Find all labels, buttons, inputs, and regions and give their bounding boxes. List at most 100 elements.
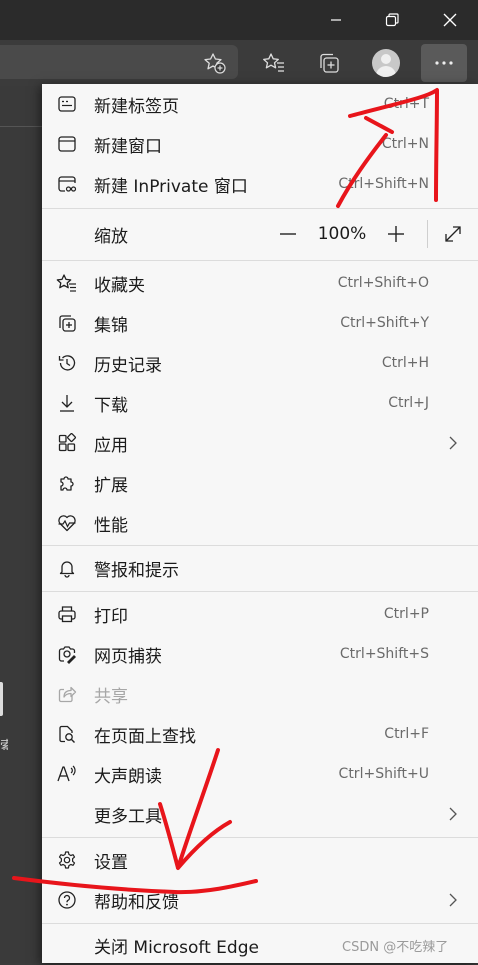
menu-item-label: 扩展	[94, 475, 128, 496]
download-icon	[56, 392, 78, 414]
zoom-divider	[427, 220, 428, 248]
menu-item-label: 关闭 Microsoft Edge	[94, 937, 259, 958]
printer-icon	[56, 603, 78, 625]
shortcut-text: Ctrl+H	[381, 355, 429, 371]
zoom-in-button[interactable]	[378, 210, 414, 258]
profile-avatar	[372, 49, 400, 77]
shortcut-text: Ctrl+T	[383, 96, 429, 112]
menu-item-label: 缩放	[94, 226, 128, 247]
full-screen-button[interactable]	[435, 210, 471, 258]
bell-icon	[56, 557, 78, 579]
menu-item-zoom: 缩放 100%	[42, 210, 478, 258]
menu-item-label: 共享	[94, 686, 128, 707]
zoom-in-icon	[387, 225, 405, 243]
menu-separator	[42, 923, 478, 924]
menu-item-collections[interactable]: 集锦 Ctrl+Shift+Y	[42, 303, 478, 343]
chevron-right-icon	[448, 892, 458, 908]
menu-item-label: 设置	[94, 852, 128, 873]
watermark: CSDN @不吃辣了	[342, 940, 449, 955]
menu-item-label: 新建标签页	[94, 96, 179, 117]
menu-item-more-tools[interactable]: 更多工具	[42, 794, 478, 834]
new-tab-icon	[56, 93, 78, 115]
menu-item-share[interactable]: 共享	[42, 674, 478, 714]
menu-item-help-and-feedback[interactable]: 帮助和反馈	[42, 880, 478, 920]
menu-item-read-aloud[interactable]: 大声朗读 Ctrl+Shift+U	[42, 754, 478, 794]
menu-item-label: 警报和提示	[94, 560, 179, 581]
close-window-button[interactable]	[424, 0, 476, 40]
favorite-add-icon	[203, 51, 227, 75]
find-icon	[56, 723, 78, 745]
menu-item-label: 新建 InPrivate 窗口	[94, 176, 248, 197]
menu-item-label: 应用	[94, 435, 128, 456]
menu-separator	[42, 545, 478, 546]
collections-button[interactable]	[310, 44, 348, 82]
minimize-icon	[330, 14, 342, 26]
profile-button[interactable]	[367, 44, 405, 82]
page-element	[0, 682, 3, 716]
title-bar	[0, 0, 478, 40]
divider	[0, 126, 42, 127]
extensions-icon	[56, 472, 78, 494]
help-icon	[56, 889, 78, 911]
shortcut-text: Ctrl+Shift+S	[339, 646, 429, 662]
menu-item-label: 历史记录	[94, 355, 162, 376]
menu-item-label: 收藏夹	[94, 275, 145, 296]
shortcut-text: Ctrl+F	[384, 726, 429, 742]
menu-item-performance[interactable]: 性能	[42, 503, 478, 543]
menu-item-apps[interactable]: 应用	[42, 423, 478, 463]
menu-item-new-inprivate-window[interactable]: 新建 InPrivate 窗口 Ctrl+Shift+N	[42, 164, 478, 204]
page-text-fragment: 索	[0, 739, 8, 750]
menu-item-label: 下载	[94, 395, 128, 416]
new-window-icon	[56, 133, 78, 155]
menu-item-label: 打印	[94, 606, 128, 627]
menu-separator	[42, 837, 478, 838]
menu-item-history[interactable]: 历史记录 Ctrl+H	[42, 343, 478, 383]
close-icon	[443, 13, 457, 27]
menu-item-label: 新建窗口	[94, 136, 162, 157]
menu-item-extensions[interactable]: 扩展	[42, 463, 478, 503]
menu-item-new-window[interactable]: 新建窗口 Ctrl+N	[42, 124, 478, 164]
chevron-right-icon	[448, 806, 458, 822]
page-content: 索	[0, 86, 42, 963]
shortcut-text: Ctrl+Shift+Y	[340, 315, 429, 331]
inprivate-icon	[56, 173, 78, 195]
expand-icon	[443, 224, 463, 244]
favorites-icon	[262, 51, 286, 75]
collections-icon	[317, 51, 341, 75]
menu-separator	[42, 208, 478, 209]
menu-item-find-on-page[interactable]: 在页面上查找 Ctrl+F	[42, 714, 478, 754]
menu-item-label: 集锦	[94, 315, 128, 336]
add-favorite-button[interactable]	[196, 44, 234, 82]
restore-icon	[385, 13, 399, 27]
shortcut-text: Ctrl+Shift+N	[338, 176, 429, 192]
menu-item-settings[interactable]: 设置	[42, 840, 478, 880]
zoom-out-button[interactable]	[270, 210, 306, 258]
menu-item-favorites[interactable]: 收藏夹 Ctrl+Shift+O	[42, 263, 478, 303]
gear-icon	[56, 849, 78, 871]
menu-item-label: 网页捕获	[94, 646, 162, 667]
menu-item-downloads[interactable]: 下载 Ctrl+J	[42, 383, 478, 423]
menu-item-alerts[interactable]: 警报和提示	[42, 548, 478, 588]
menu-item-new-tab[interactable]: 新建标签页 Ctrl+T	[42, 84, 478, 124]
menu-item-label: 大声朗读	[94, 766, 162, 787]
shortcut-text: Ctrl+Shift+U	[338, 766, 429, 782]
shortcut-text: Ctrl+Shift+O	[337, 275, 429, 291]
menu-item-web-capture[interactable]: 网页捕获 Ctrl+Shift+S	[42, 634, 478, 674]
minimize-button[interactable]	[310, 0, 362, 40]
share-icon	[56, 683, 78, 705]
performance-icon	[56, 512, 78, 534]
restore-button[interactable]	[366, 0, 418, 40]
menu-item-print[interactable]: 打印 Ctrl+P	[42, 594, 478, 634]
settings-and-more-button[interactable]	[421, 44, 467, 82]
menu-separator	[42, 260, 478, 261]
web-capture-icon	[56, 643, 78, 665]
favorites-button[interactable]	[255, 44, 293, 82]
zoom-level: 100%	[317, 224, 367, 244]
settings-and-more-menu: 新建标签页 Ctrl+T 新建窗口 Ctrl+N 新建 InPrivate 窗口…	[42, 84, 478, 963]
favorites-icon	[56, 272, 78, 294]
menu-item-label: 在页面上查找	[94, 726, 196, 747]
zoom-out-icon	[279, 225, 297, 243]
menu-item-label: 帮助和反馈	[94, 892, 179, 913]
history-icon	[56, 352, 78, 374]
menu-separator	[42, 591, 478, 592]
